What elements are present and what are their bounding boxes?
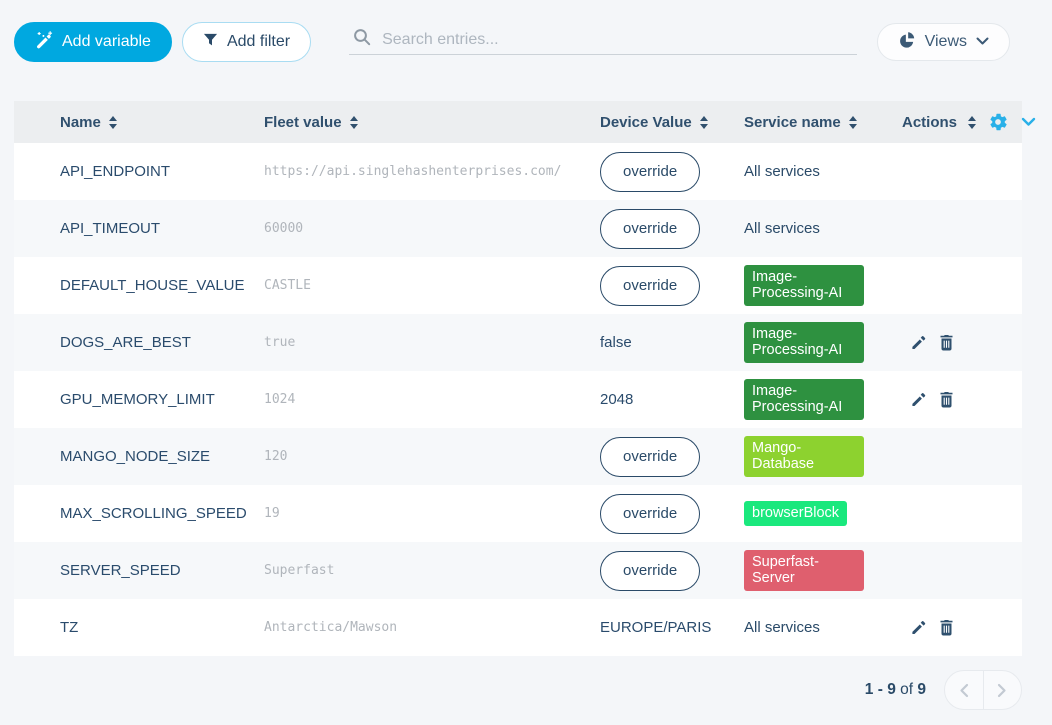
pagination-total: 9 xyxy=(917,681,926,698)
variable-name: DOGS_ARE_BEST xyxy=(60,334,264,351)
override-button[interactable]: override xyxy=(600,494,700,534)
table-row: MANGO_NODE_SIZE120override Mango-Database xyxy=(14,428,1022,485)
toolbar: Add variable Add filter Vie xyxy=(0,0,1052,62)
service-name: All services xyxy=(744,163,902,180)
views-button[interactable]: Views xyxy=(877,23,1010,61)
fleet-value: CASTLE xyxy=(264,278,600,293)
column-header-device-value[interactable]: Device Value xyxy=(600,114,744,131)
sort-icon xyxy=(108,116,118,129)
variable-name: MANGO_NODE_SIZE xyxy=(60,448,264,465)
service-badge: browserBlock xyxy=(744,501,847,527)
column-header-actions[interactable]: Actions xyxy=(902,111,1038,133)
device-value: 2048 xyxy=(600,391,744,408)
variable-name: MAX_SCROLLING_SPEED xyxy=(60,505,264,522)
variable-name: TZ xyxy=(60,619,264,636)
override-button[interactable]: override xyxy=(600,266,700,306)
service-name: All services xyxy=(744,220,902,237)
table-row: GPU_MEMORY_LIMIT10242048Image-Processing… xyxy=(14,371,1022,428)
override-button[interactable]: override xyxy=(600,551,700,591)
previous-page-button[interactable] xyxy=(945,671,983,709)
delete-trash-icon[interactable] xyxy=(937,617,956,638)
add-variable-label: Add variable xyxy=(62,33,151,51)
add-filter-button[interactable]: Add filter xyxy=(182,22,311,62)
service-badge: Image-Processing-AI xyxy=(744,265,864,306)
sort-icon xyxy=(967,116,977,129)
table-row: TZAntarctica/MawsonEUROPE/PARISAll servi… xyxy=(14,599,1022,656)
device-value: EUROPE/PARIS xyxy=(600,619,744,636)
column-label: Actions xyxy=(902,114,957,131)
fleet-value: 1024 xyxy=(264,392,600,407)
table-row: DEFAULT_HOUSE_VALUECASTLEoverride Image-P… xyxy=(14,257,1022,314)
add-variable-button[interactable]: Add variable xyxy=(14,22,172,62)
table-row: SERVER_SPEEDSuperfastoverride Superfast-S… xyxy=(14,542,1022,599)
pagination-range-text: 1 - 9 of 9 xyxy=(865,681,926,699)
table-row: API_ENDPOINThttps://api.singlehashenterp… xyxy=(14,143,1022,200)
delete-trash-icon[interactable] xyxy=(937,332,956,353)
columns-settings-gear-icon[interactable] xyxy=(987,111,1009,133)
override-button[interactable]: override xyxy=(600,209,700,249)
column-label: Fleet value xyxy=(264,114,342,131)
fleet-value: https://api.singlehashenterprises.com/ xyxy=(264,164,600,179)
fleet-value: true xyxy=(264,335,600,350)
variable-name: API_TIMEOUT xyxy=(60,220,264,237)
fleet-value: 19 xyxy=(264,506,600,521)
search-icon xyxy=(353,28,371,51)
device-value: false xyxy=(600,334,744,351)
next-page-button[interactable] xyxy=(983,671,1022,709)
fleet-value: 120 xyxy=(264,449,600,464)
filter-funnel-icon xyxy=(203,32,218,52)
column-label: Device Value xyxy=(600,114,692,131)
variable-name: GPU_MEMORY_LIMIT xyxy=(60,391,264,408)
service-badge: Image-Processing-AI xyxy=(744,379,864,420)
fleet-value: Superfast xyxy=(264,563,600,578)
pie-chart-icon xyxy=(898,31,916,54)
search-input[interactable] xyxy=(382,31,855,49)
variable-name: DEFAULT_HOUSE_VALUE xyxy=(60,277,264,294)
edit-pencil-icon[interactable] xyxy=(908,332,929,353)
sort-icon xyxy=(699,116,709,129)
table-body: API_ENDPOINThttps://api.singlehashenterp… xyxy=(14,143,1022,656)
pagination-of-label: of xyxy=(900,681,913,698)
row-actions xyxy=(902,389,1022,410)
override-button[interactable]: override xyxy=(600,437,700,477)
magic-wand-icon xyxy=(35,30,53,54)
variables-table: Name Fleet value Device Value Service na… xyxy=(14,101,1022,656)
search-field xyxy=(349,29,857,55)
edit-pencil-icon[interactable] xyxy=(908,389,929,410)
sort-icon xyxy=(349,116,359,129)
edit-pencil-icon[interactable] xyxy=(908,617,929,638)
fleet-value: Antarctica/Mawson xyxy=(264,620,600,635)
collapse-chevron-down-icon[interactable] xyxy=(1019,115,1038,129)
sort-icon xyxy=(848,116,858,129)
fleet-value: 60000 xyxy=(264,221,600,236)
delete-trash-icon[interactable] xyxy=(937,389,956,410)
column-label: Service name xyxy=(744,114,841,131)
variable-name: API_ENDPOINT xyxy=(60,163,264,180)
add-filter-label: Add filter xyxy=(227,33,290,51)
service-badge: Mango-Database xyxy=(744,436,864,477)
table-row: API_TIMEOUT60000override All services xyxy=(14,200,1022,257)
override-button[interactable]: override xyxy=(600,152,700,192)
chevron-down-icon xyxy=(976,33,989,51)
table-row: DOGS_ARE_BESTtruefalseImage-Processing-A… xyxy=(14,314,1022,371)
service-badge: Superfast-Server xyxy=(744,550,864,591)
row-actions xyxy=(902,617,1022,638)
service-name: All services xyxy=(744,619,902,636)
pager xyxy=(944,670,1022,710)
pagination-range: 1 - 9 xyxy=(865,681,896,698)
variable-name: SERVER_SPEED xyxy=(60,562,264,579)
column-header-fleet-value[interactable]: Fleet value xyxy=(264,114,600,131)
table-row: MAX_SCROLLING_SPEED19override browserBloc… xyxy=(14,485,1022,542)
table-header: Name Fleet value Device Value Service na… xyxy=(14,101,1022,143)
row-actions xyxy=(902,332,1022,353)
service-badge: Image-Processing-AI xyxy=(744,322,864,363)
pagination: 1 - 9 of 9 xyxy=(14,670,1022,710)
column-header-service-name[interactable]: Service name xyxy=(744,114,902,131)
column-header-name[interactable]: Name xyxy=(60,114,264,131)
views-label: Views xyxy=(925,33,967,51)
column-label: Name xyxy=(60,114,101,131)
